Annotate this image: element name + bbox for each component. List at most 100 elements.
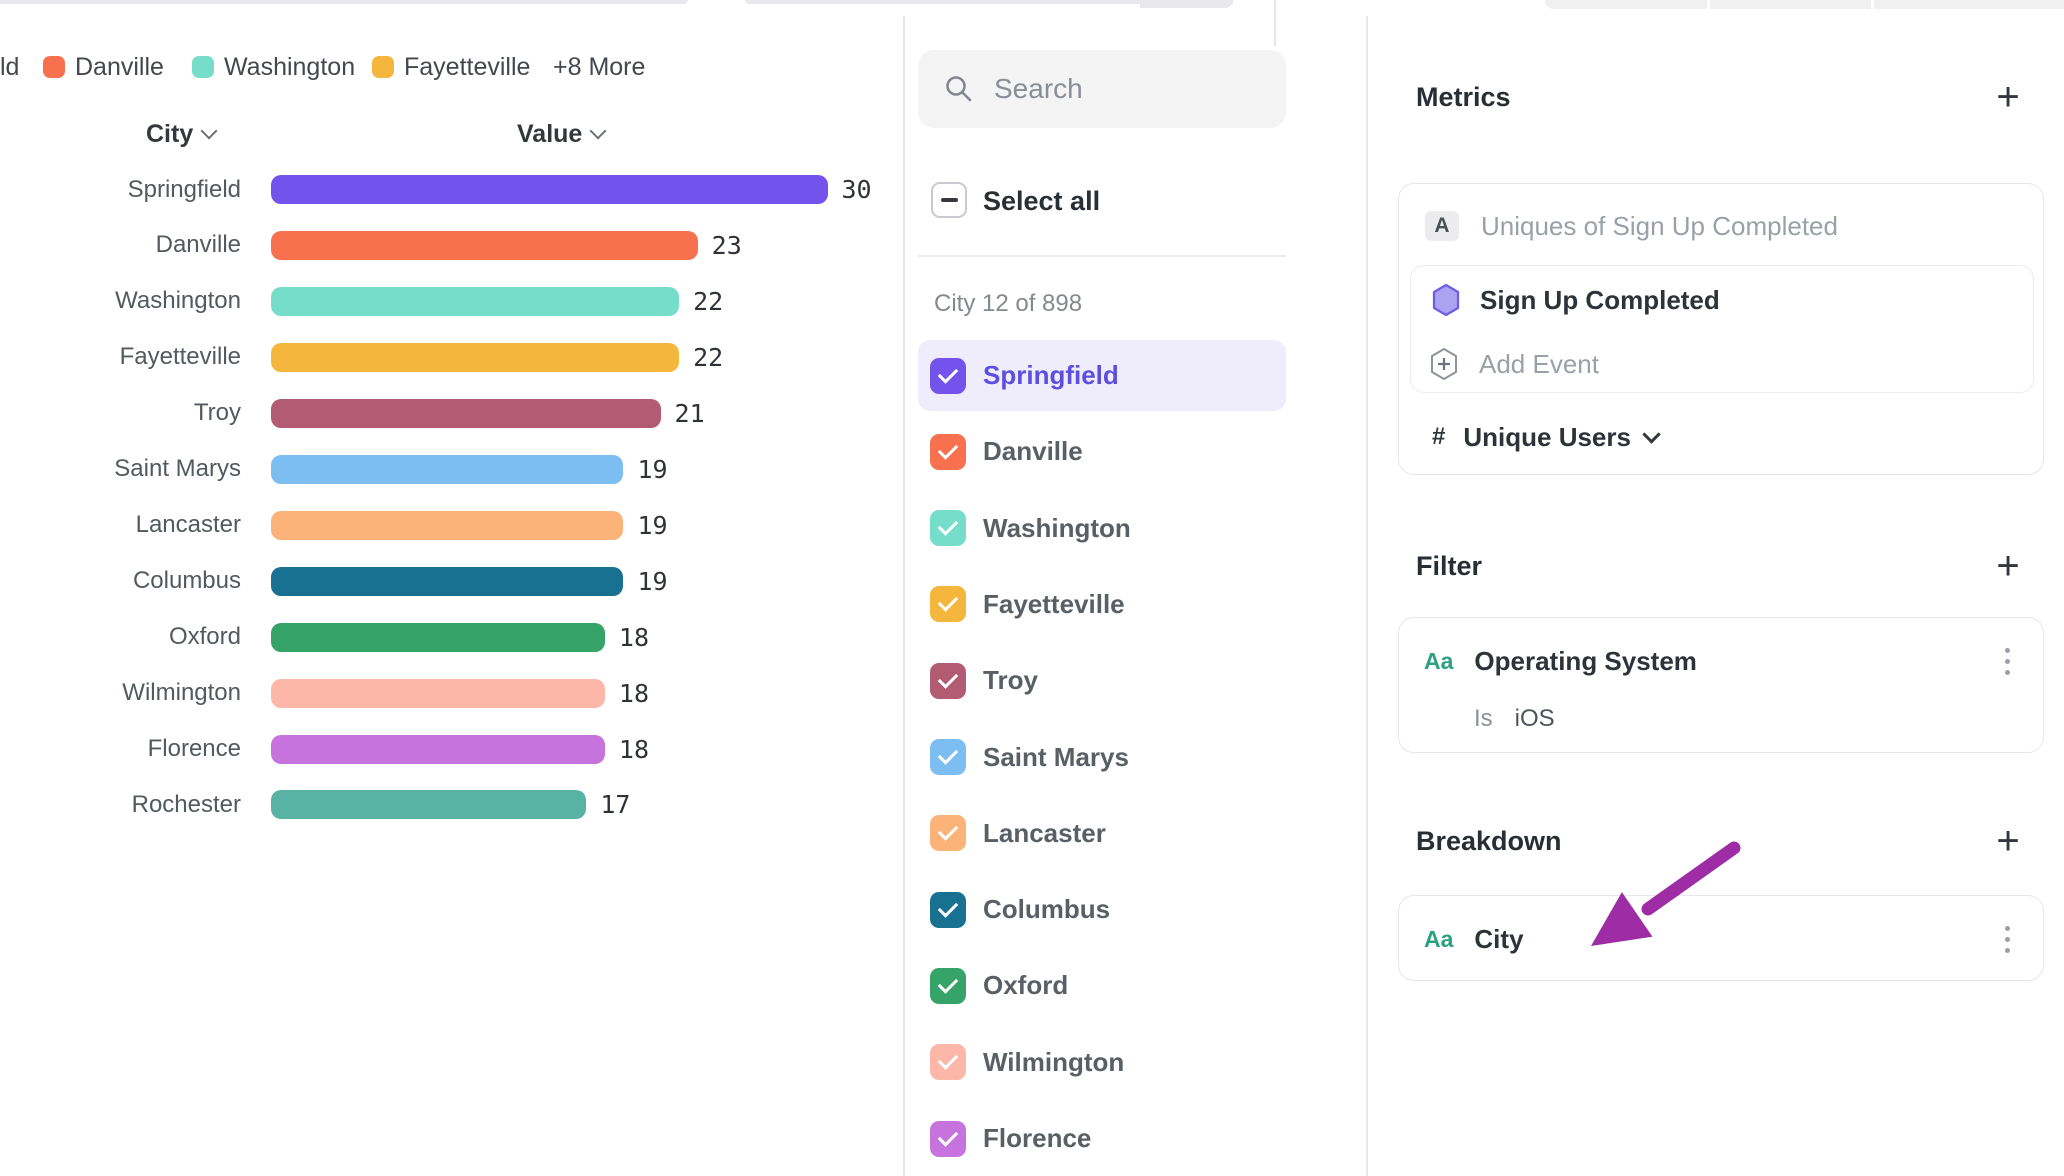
filter-condition-row[interactable]: Is iOS — [1399, 701, 2043, 737]
chart-row: Fayetteville 22 — [0, 329, 723, 385]
city-label: Saint Marys — [983, 742, 1129, 773]
city-checkbox[interactable] — [930, 434, 966, 470]
chart-category-label: Lancaster — [0, 511, 241, 539]
chart-bar[interactable] — [271, 567, 623, 596]
add-filter-button[interactable]: + — [1990, 548, 2026, 584]
filter-value[interactable]: iOS — [1515, 705, 1555, 733]
chart-bar[interactable] — [271, 679, 605, 708]
event-name: Sign Up Completed — [1480, 285, 1720, 316]
chart-sort-value[interactable]: Value — [517, 118, 604, 150]
segmented-control-edge[interactable] — [1545, 0, 2064, 9]
checkmark-icon — [938, 363, 959, 384]
metric-card[interactable]: A Uniques of Sign Up Completed Sign Up C… — [1398, 183, 2044, 475]
chart-bar[interactable] — [271, 231, 698, 260]
chart-row: Lancaster 19 — [0, 497, 668, 553]
checkmark-icon — [938, 973, 959, 994]
add-event-hexagon-icon — [1429, 347, 1459, 381]
legend-swatch-fayetteville — [372, 56, 394, 78]
city-list-item[interactable]: Washington — [918, 493, 1286, 564]
breakdown-card[interactable]: Aa City — [1398, 895, 2044, 981]
chart-category-label: Fayetteville — [0, 343, 241, 371]
city-checkbox[interactable] — [930, 663, 966, 699]
checkmark-icon — [938, 897, 959, 918]
chart-category-label: Columbus — [0, 567, 241, 595]
measurement-selector[interactable]: # Unique Users — [1399, 417, 2043, 457]
chart-bar[interactable] — [271, 790, 586, 819]
chart-value-label: 19 — [637, 455, 667, 484]
hash-icon: # — [1432, 423, 1445, 451]
chart-value-label: 21 — [675, 399, 705, 428]
segment-divider — [1707, 0, 1710, 9]
city-checkbox[interactable] — [930, 968, 966, 1004]
city-list-item[interactable]: Wilmington — [918, 1027, 1286, 1098]
event-row[interactable]: Sign Up Completed — [1411, 280, 2033, 320]
legend-swatch-washington — [192, 56, 214, 78]
chart-value-label: 18 — [619, 623, 649, 652]
chart-bar[interactable] — [271, 511, 623, 540]
checkmark-icon — [938, 821, 959, 842]
chevron-down-icon — [201, 123, 218, 140]
chart-value-label: 19 — [637, 511, 667, 540]
city-label: Oxford — [983, 970, 1068, 1001]
city-list-item[interactable]: Columbus — [918, 874, 1286, 945]
chart-value-label: 17 — [600, 790, 630, 819]
city-list-item[interactable]: Danville — [918, 416, 1286, 487]
chart-bar[interactable] — [271, 623, 605, 652]
city-checkbox[interactable] — [930, 358, 966, 394]
city-checkbox[interactable] — [930, 892, 966, 928]
city-checkbox[interactable] — [930, 815, 966, 851]
add-breakdown-button[interactable]: + — [1990, 823, 2026, 859]
chart-column-city: City — [146, 120, 193, 149]
metric-title: Uniques of Sign Up Completed — [1481, 211, 1838, 242]
legend-item-washington[interactable]: Washington — [224, 52, 355, 82]
filter-card[interactable]: Aa Operating System Is iOS — [1398, 617, 2044, 753]
chart-value-label: 22 — [693, 343, 723, 372]
select-all-label[interactable]: Select all — [983, 183, 1100, 219]
list-divider — [918, 255, 1286, 257]
chart-bar[interactable] — [271, 287, 679, 316]
city-checkbox[interactable] — [930, 739, 966, 775]
add-event-row[interactable]: Add Event — [1411, 344, 2033, 384]
hexagon-shape — [1434, 285, 1458, 315]
city-list-item[interactable]: Springfield — [918, 340, 1286, 411]
select-all-checkbox[interactable] — [931, 182, 967, 218]
legend-more-button[interactable]: +8 More — [553, 52, 645, 82]
city-list-item[interactable]: Troy — [918, 645, 1286, 716]
city-label: Troy — [983, 665, 1038, 696]
city-list-item[interactable]: Florence — [918, 1103, 1286, 1174]
checkmark-icon — [938, 439, 959, 460]
chart-bar[interactable] — [271, 399, 661, 428]
city-checkbox[interactable] — [930, 1044, 966, 1080]
search-placeholder: Search — [994, 73, 1083, 105]
legend-item-truncated[interactable]: ld — [0, 52, 19, 82]
city-list-item[interactable]: Lancaster — [918, 798, 1286, 869]
city-checkbox[interactable] — [930, 1121, 966, 1157]
add-metric-button[interactable]: + — [1990, 79, 2026, 115]
chart-sort-city[interactable]: City — [146, 118, 215, 150]
city-list-item[interactable]: Fayetteville — [918, 569, 1286, 640]
city-label: Florence — [983, 1123, 1091, 1154]
city-checkbox[interactable] — [930, 510, 966, 546]
kebab-menu-icon[interactable] — [2005, 648, 2010, 675]
chart-row: Springfield30 — [0, 162, 872, 218]
legend-item-fayetteville[interactable]: Fayetteville — [404, 52, 530, 82]
breakdown-property-row[interactable]: Aa City — [1399, 919, 2043, 959]
kebab-menu-icon[interactable] — [2005, 926, 2010, 953]
chart-row: Wilmington18 — [0, 665, 649, 721]
string-type-icon: Aa — [1424, 926, 1453, 953]
legend-item-danville[interactable]: Danville — [75, 52, 164, 82]
chart-category-label: Springfield — [0, 176, 241, 204]
search-input[interactable]: Search — [918, 50, 1286, 128]
checkmark-icon — [938, 744, 959, 765]
filter-operator[interactable]: Is — [1474, 705, 1493, 733]
city-list-item[interactable]: Saint Marys — [918, 722, 1286, 793]
chart-bar[interactable] — [271, 175, 828, 204]
chart-bar[interactable] — [271, 343, 679, 372]
city-checkbox[interactable] — [930, 586, 966, 622]
chart-row: Oxford18 — [0, 609, 649, 665]
metric-title-row[interactable]: A Uniques of Sign Up Completed — [1399, 208, 2043, 244]
filter-property-row[interactable]: Aa Operating System — [1399, 641, 2043, 681]
chart-bar[interactable] — [271, 735, 605, 764]
chart-bar[interactable] — [271, 455, 623, 484]
city-list-item[interactable]: Oxford — [918, 950, 1286, 1021]
